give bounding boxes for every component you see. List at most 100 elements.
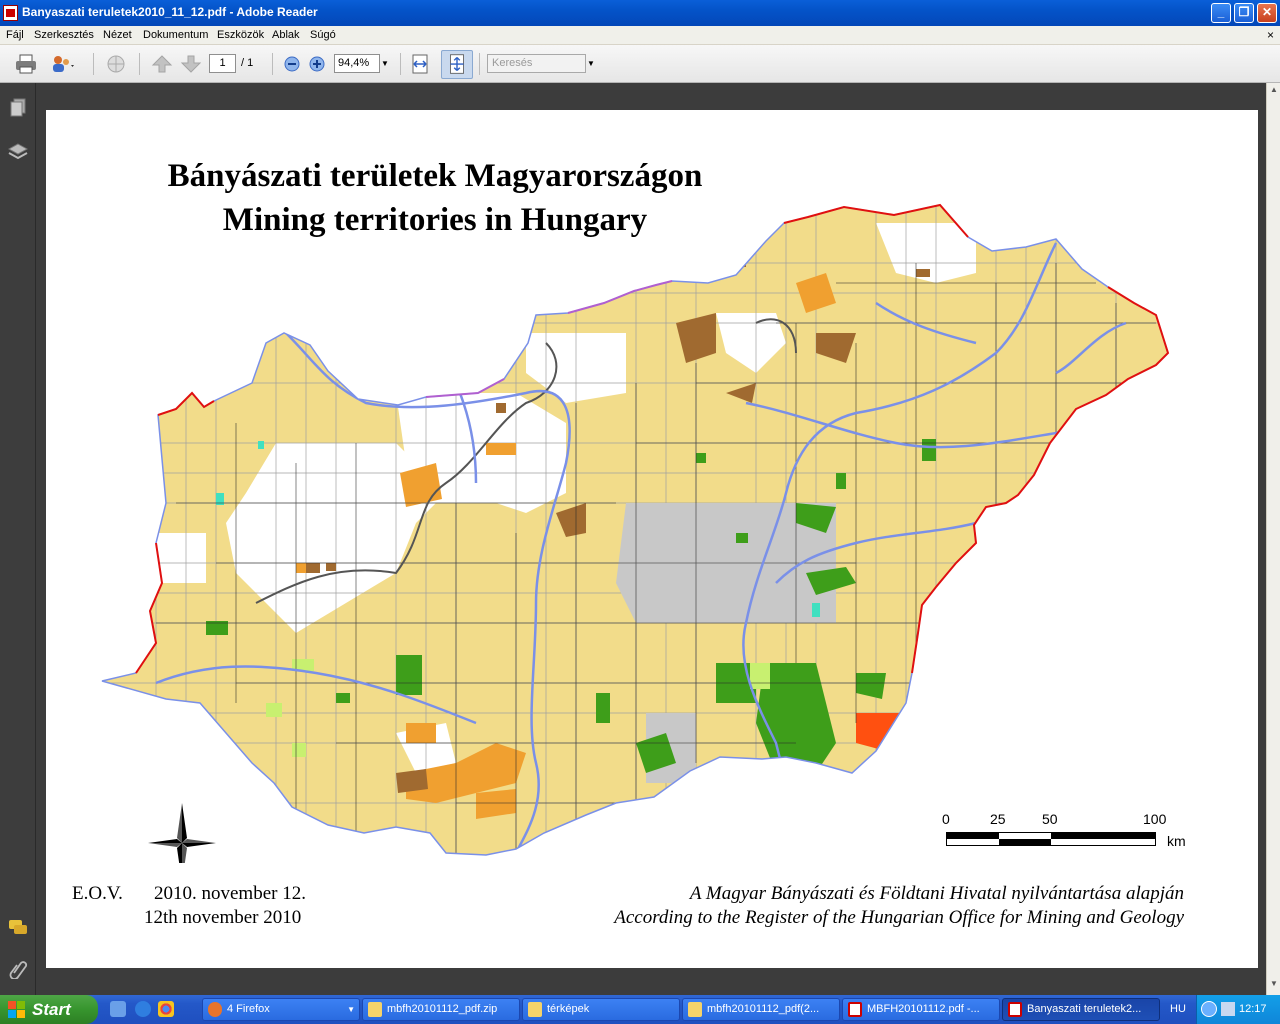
share-button[interactable] [50, 53, 74, 75]
document-view[interactable]: Bányászati területek Magyarországon Mini… [36, 83, 1266, 995]
source-english: According to the Register of the Hungari… [614, 907, 1184, 928]
group-chevron-down-icon: ▼ [347, 1005, 355, 1014]
folder-icon [528, 1002, 542, 1017]
fit-width-button[interactable] [408, 53, 432, 75]
projection-label: E.O.V. [72, 883, 123, 904]
pdf-icon [848, 1002, 862, 1017]
toolbar: 1 / 1 94,4% ▼ Keresés ▼ [0, 45, 1280, 83]
menu-tools[interactable]: Eszközök [217, 29, 264, 41]
task-label: MBFH20101112.pdf -... [867, 1003, 980, 1015]
scale-unit: km [1167, 833, 1186, 849]
taskbar-item-pdf[interactable]: MBFH20101112.pdf -... [842, 998, 1000, 1021]
comments-icon[interactable] [8, 917, 28, 937]
menu-view[interactable]: Nézet [103, 29, 132, 41]
zoom-in-icon [309, 56, 325, 72]
menu-document[interactable]: Dokumentum [143, 29, 208, 41]
windows-logo-icon [8, 1001, 25, 1018]
internet-explorer-icon[interactable] [135, 1001, 151, 1017]
fit-page-button[interactable] [441, 50, 473, 79]
fit-page-icon [450, 54, 464, 74]
toolbar-separator [272, 53, 273, 75]
pages-icon[interactable] [8, 97, 28, 117]
search-dropdown-chevron-icon[interactable]: ▼ [586, 54, 596, 73]
taskbar-item-folder[interactable]: térképek [522, 998, 680, 1021]
printer-icon [16, 54, 36, 74]
zoom-in-button[interactable] [305, 53, 329, 75]
start-label: Start [32, 1000, 71, 1019]
network-icon[interactable] [1221, 1002, 1235, 1016]
toolbar-separator [93, 53, 94, 75]
chrome-icon[interactable] [158, 1001, 174, 1017]
search-input[interactable]: Keresés [487, 54, 586, 73]
page-number-input[interactable]: 1 [209, 54, 236, 73]
attachment-paperclip-icon[interactable] [8, 959, 28, 979]
zip-folder-icon [368, 1002, 382, 1017]
maximize-button[interactable]: ❐ [1234, 3, 1254, 23]
compass-rose [148, 803, 216, 863]
scale-tick-25: 25 [990, 811, 1006, 827]
vertical-scrollbar[interactable]: ▲ ▼ [1266, 83, 1280, 995]
taskbar-item-adobe-reader-active[interactable]: Banyaszati teruletek2... [1002, 998, 1160, 1021]
arrow-up-icon [151, 55, 173, 73]
date-hungarian: 2010. november 12. [154, 883, 306, 904]
menu-edit[interactable]: Szerkesztés [34, 29, 94, 41]
taskbar-item-zip-2[interactable]: mbfh20101112_pdf(2... [682, 998, 840, 1021]
menu-help[interactable]: Súgó [310, 29, 336, 41]
menu-bar: Fájl Szerkesztés Nézet Dokumentum Eszköz… [0, 26, 1280, 45]
hungary-mining-map [101, 203, 1170, 863]
task-label: mbfh20101112_pdf(2... [707, 1003, 820, 1015]
taskbar-item-firefox[interactable]: 4 Firefox ▼ [202, 998, 360, 1021]
adobe-reader-icon [3, 5, 18, 21]
navigation-pane [0, 83, 36, 995]
zoom-dropdown-chevron-icon[interactable]: ▼ [380, 54, 390, 73]
taskbar: Start 4 Firefox ▼ mbfh20101112_pdf.zip t… [0, 995, 1280, 1024]
print-button[interactable] [14, 53, 38, 75]
collaborate-button[interactable] [104, 53, 128, 75]
scale-tick-50: 50 [1042, 811, 1058, 827]
layers-icon[interactable] [8, 141, 28, 161]
scale-tick-100: 100 [1143, 811, 1167, 827]
task-label: 4 Firefox [227, 1003, 270, 1015]
close-button[interactable]: ✕ [1257, 3, 1277, 23]
zoom-level-input[interactable]: 94,4% [334, 54, 380, 73]
arrow-down-icon [180, 55, 202, 73]
scale-tick-0: 0 [942, 811, 950, 827]
tray-expand-chevron-icon[interactable] [1201, 1001, 1217, 1017]
date-english: 12th november 2010 [144, 907, 302, 928]
firefox-icon [208, 1002, 222, 1017]
map-title-hungarian: Bányászati területek Magyarországon [167, 158, 703, 194]
toolbar-separator [139, 53, 140, 75]
scroll-down-arrow-icon[interactable]: ▼ [1268, 979, 1280, 992]
globe-icon [107, 55, 125, 73]
task-label: mbfh20101112_pdf.zip [387, 1003, 498, 1015]
show-desktop-icon[interactable] [110, 1001, 126, 1017]
toolbar-separator [479, 53, 480, 75]
zoom-out-icon [284, 56, 300, 72]
task-label: Banyaszati teruletek2... [1027, 1003, 1142, 1015]
zip-folder-icon [688, 1002, 702, 1017]
language-indicator[interactable]: HU [1170, 1003, 1186, 1015]
people-icon [53, 56, 74, 72]
toolbar-separator [400, 53, 401, 75]
page-total: / 1 [241, 57, 254, 69]
pdf-icon [1008, 1002, 1022, 1017]
window-title: Banyaszati teruletek2010_11_12.pdf - Ado… [22, 5, 318, 19]
system-tray: 12:17 [1196, 995, 1280, 1024]
pdf-page: Bányászati területek Magyarországon Mini… [46, 110, 1258, 968]
minimize-button[interactable]: _ [1211, 3, 1231, 23]
menu-window[interactable]: Ablak [272, 29, 300, 41]
scale-bar [946, 832, 1156, 846]
task-label: térképek [547, 1003, 590, 1015]
taskbar-item-zip[interactable]: mbfh20101112_pdf.zip [362, 998, 520, 1021]
menu-close-document-button[interactable]: × [1267, 28, 1274, 42]
title-bar: Banyaszati teruletek2010_11_12.pdf - Ado… [0, 0, 1280, 26]
scroll-up-arrow-icon[interactable]: ▲ [1268, 85, 1280, 98]
menu-file[interactable]: Fájl [6, 29, 24, 41]
clock: 12:17 [1239, 1003, 1267, 1015]
next-page-button[interactable] [179, 53, 203, 75]
fit-width-icon [412, 54, 428, 74]
zoom-out-button[interactable] [280, 53, 304, 75]
start-button[interactable]: Start [0, 995, 98, 1024]
previous-page-button[interactable] [150, 53, 174, 75]
source-hungarian: A Magyar Bányászati és Földtani Hivatal … [689, 883, 1184, 904]
